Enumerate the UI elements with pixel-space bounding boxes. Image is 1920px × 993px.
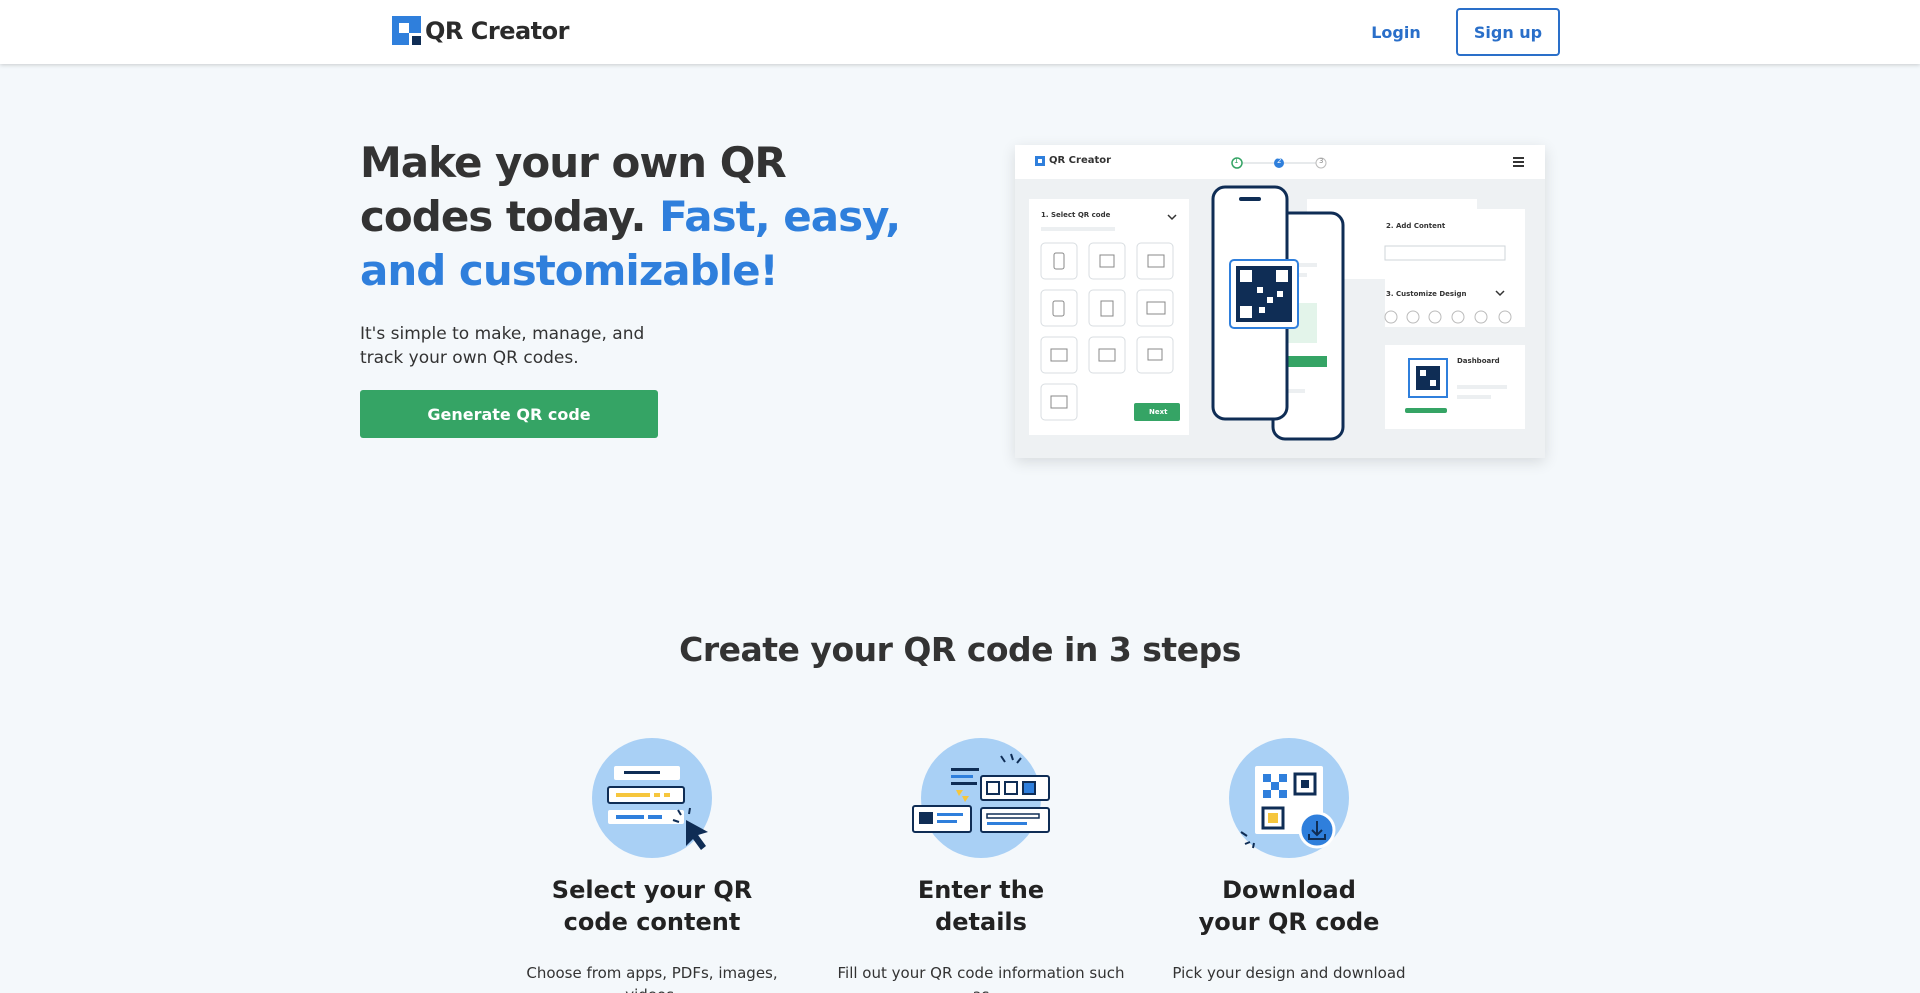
qr-logo-icon (392, 16, 421, 45)
step-2-heading-line1: Enter the (917, 876, 1045, 904)
preview-dashboard-label: Dashboard (1457, 357, 1500, 365)
step-3-description: Pick your design and download (1172, 964, 1406, 982)
top-nav: QR Creator Login Sign up (0, 0, 1920, 64)
preview-next-button: Next (1149, 408, 1168, 416)
preview-step-1: 1 (1234, 157, 1239, 165)
step-1-heading: Select your QR code content (502, 874, 802, 938)
logo-text: QR Creator (425, 16, 569, 45)
preview-panel-select-title: 1. Select QR code (1041, 211, 1111, 219)
step-2-description: Fill out your QR code information such a… (837, 964, 1125, 993)
download-qr-icon (1219, 736, 1359, 860)
preview-step-3: 3 (1319, 157, 1324, 165)
hero-subtitle: It's simple to make, manage, and track y… (360, 324, 645, 368)
preview-logo-text: QR Creator (1049, 155, 1112, 166)
step-3-heading-line1: Download (1222, 876, 1356, 904)
app-preview-illustration: QR Creator 1 2 3 1. Select QR code Next … (1015, 145, 1545, 458)
enter-details-icon (911, 736, 1051, 860)
steps-section-title: Create your QR code in 3 steps (679, 630, 1241, 669)
select-content-icon (582, 736, 722, 860)
preview-step-2: 2 (1277, 157, 1282, 165)
step-3-heading-line2: your QR code (1198, 908, 1380, 936)
step-1-heading-line2: code content (563, 908, 741, 936)
login-link[interactable]: Login (1352, 10, 1440, 54)
generate-qr-button[interactable]: Generate QR code (360, 390, 658, 438)
step-1-description: Choose from apps, PDFs, images, videos, (526, 964, 778, 993)
preview-panel-content-title: 2. Add Content (1386, 222, 1446, 230)
logo[interactable]: QR Creator (392, 16, 569, 45)
step-2-heading: Enter the details (831, 874, 1131, 938)
step-2-heading-line2: details (935, 908, 1027, 936)
preview-panel-design-title: 3. Customize Design (1386, 290, 1467, 298)
signup-button[interactable]: Sign up (1456, 8, 1560, 56)
step-1-heading-line1: Select your QR (551, 876, 753, 904)
step-3-heading: Download your QR code (1139, 874, 1439, 938)
hero-title: Make your own QR codes today. Fast, easy… (360, 136, 920, 298)
